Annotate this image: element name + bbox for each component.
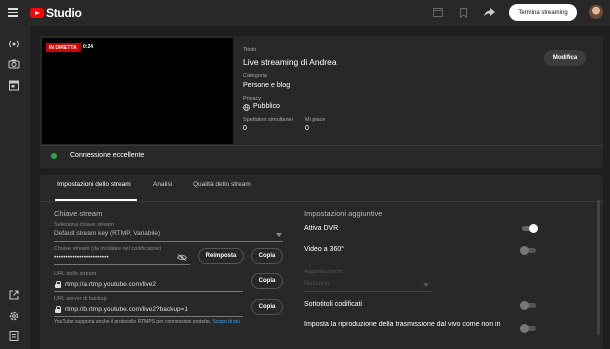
modify-button[interactable]: Modifica [544, 50, 586, 66]
live-badge: IN DIRETTA [46, 43, 81, 52]
title-value: Live streaming di Andrea [243, 57, 337, 67]
additional-settings-title: Impostazioni aggiuntive [304, 209, 383, 218]
dvr-label: Attiva DVR [304, 225, 339, 232]
settings-gear-icon[interactable] [8, 310, 20, 322]
unlisted-label: Imposta la riproduzione della trasmissio… [304, 321, 501, 328]
live-elapsed-time: 0:24 [83, 44, 94, 50]
panel-scrollbar[interactable] [597, 200, 600, 335]
backup-url-underline [54, 316, 243, 317]
vr360-label: Video a 360° [304, 246, 345, 253]
viewers-label: Spettatori simultanei [243, 117, 293, 123]
captions-label: Sottotitoli codificati [304, 301, 362, 308]
captions-toggle[interactable] [520, 300, 536, 310]
tab-stream-settings[interactable]: Impostazioni dello stream [57, 181, 131, 188]
learn-more-link[interactable]: Scopri di più [213, 319, 241, 325]
copy-backup-button[interactable]: Copia [251, 299, 283, 315]
category-label: Categoria [243, 73, 267, 79]
delay-label: Aggiunta ritardo [304, 269, 343, 275]
select-key-label: Seleziona chiave stream [54, 222, 114, 228]
stream-url-label: URL dello stream [54, 271, 97, 277]
connection-status-text: Connessione eccellente [70, 152, 145, 159]
stream-key-section-title: Chiave stream [54, 209, 103, 218]
stream-preview[interactable] [42, 38, 233, 144]
stream-key-field[interactable]: •••••••••••••••••••••••• [54, 254, 109, 261]
logo-text: Studio [46, 6, 82, 20]
avatar[interactable] [589, 5, 603, 19]
youtube-logo-icon [30, 8, 44, 18]
card-divider [40, 145, 603, 146]
stream-url-underline [54, 291, 243, 292]
dvr-toggle[interactable] [522, 223, 538, 233]
toggle-knob [529, 223, 538, 233]
theater-mode-icon[interactable] [433, 8, 443, 17]
likes-value: 0 [305, 125, 309, 132]
lock-icon [55, 306, 61, 313]
key-field-underline [54, 264, 190, 265]
open-external-icon[interactable] [8, 289, 20, 301]
visibility-off-icon[interactable] [177, 254, 187, 261]
stream-url-field[interactable]: rtmp://a.rtmp.youtube.com/live2 [65, 281, 156, 288]
toggle-knob [520, 300, 529, 310]
key-field-label: Chiave stream (da incollare nel codifica… [54, 246, 162, 252]
camera-icon[interactable] [8, 58, 20, 70]
backup-url-label: URL server di backup [54, 296, 107, 302]
vr360-toggle[interactable] [520, 245, 536, 255]
globe-icon [243, 104, 250, 111]
copy-key-button[interactable]: Copia [251, 248, 283, 264]
delay-select: Nessuno [304, 280, 330, 287]
chevron-down-icon [423, 283, 429, 287]
backup-url-field[interactable]: rtmp://b.rtmp.youtube.com/live2?backup=1 [65, 306, 188, 313]
unlisted-toggle[interactable] [520, 323, 536, 333]
rtmps-footnote: YouTube supporta anche il protocollo RTM… [54, 319, 240, 325]
title-label: Titolo [243, 47, 257, 53]
studio-logo[interactable]: Studio [30, 6, 82, 20]
privacy-label: Privacy [243, 96, 262, 102]
tabs-divider [40, 201, 603, 202]
feedback-icon[interactable] [8, 330, 20, 342]
copy-url-button[interactable]: Copia [251, 273, 283, 289]
category-value: Persone e blog [243, 82, 291, 89]
toggle-knob [520, 323, 529, 333]
bookmark-icon[interactable] [460, 8, 467, 18]
share-icon[interactable] [484, 8, 495, 17]
menu-icon[interactable] [8, 8, 18, 17]
reset-key-button[interactable]: Reimposta [198, 248, 244, 264]
footnote-text: YouTube supporta anche il protocollo RTM… [54, 319, 212, 325]
select-key-underline [54, 241, 283, 242]
viewers-value: 0 [243, 125, 247, 132]
calendar-icon[interactable] [8, 79, 20, 91]
tab-stream-quality[interactable]: Qualità dello stream [193, 181, 251, 188]
tab-analytics[interactable]: Analisi [153, 181, 172, 188]
chevron-down-icon[interactable] [276, 233, 282, 237]
end-stream-button[interactable]: Termina streaming [509, 4, 577, 21]
toggle-knob [520, 245, 529, 255]
connection-status-dot [51, 153, 57, 159]
live-stream-icon[interactable] [8, 38, 20, 50]
likes-label: Mi piace [305, 117, 326, 123]
delay-underline [304, 291, 431, 292]
select-key-value[interactable]: Default stream key (RTMP, Variabile) [54, 230, 160, 237]
privacy-value: Pubblico [253, 103, 280, 110]
lock-icon [55, 281, 61, 288]
